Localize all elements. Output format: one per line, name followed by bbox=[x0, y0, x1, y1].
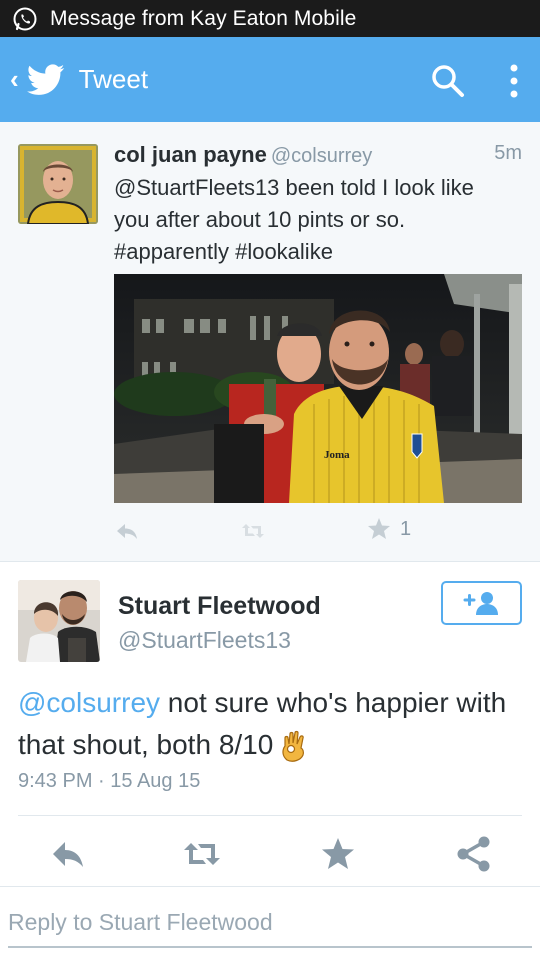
author-name[interactable]: col juan payne @colsurrey bbox=[114, 142, 372, 168]
tweet-text: @colsurrey not sure who's happier with t… bbox=[18, 682, 518, 766]
status-bar: Message from Kay Eaton Mobile bbox=[0, 0, 540, 37]
tweet-time: 5m bbox=[494, 142, 522, 164]
photo-shirt-text: Joma bbox=[324, 449, 350, 461]
tweet-timestamp: 9:43 PM · 15 Aug 15 bbox=[18, 770, 201, 792]
author-handle[interactable]: @colsurrey bbox=[271, 145, 372, 167]
tweet-actions bbox=[0, 834, 540, 874]
retweet-icon[interactable] bbox=[182, 834, 222, 874]
reply-input[interactable] bbox=[8, 900, 532, 944]
action-bar: ‹ Tweet bbox=[0, 37, 540, 122]
favorite-icon[interactable] bbox=[318, 834, 358, 874]
avatar[interactable] bbox=[18, 144, 98, 224]
divider bbox=[0, 886, 540, 887]
back-chevron-icon[interactable]: ‹ bbox=[10, 64, 19, 95]
author-handle[interactable]: @StuartFleets13 bbox=[118, 627, 291, 654]
favorite-icon[interactable] bbox=[366, 516, 392, 542]
reply-box bbox=[8, 900, 532, 948]
share-icon[interactable] bbox=[454, 834, 494, 874]
overflow-menu-icon[interactable] bbox=[502, 61, 526, 101]
tweet-text: @StuartFleets13 been told I look like yo… bbox=[114, 175, 474, 264]
mention-link[interactable]: @colsurrey bbox=[18, 687, 160, 718]
author-name[interactable]: Stuart Fleetwood bbox=[118, 592, 321, 621]
notification-text[interactable]: Message from Kay Eaton Mobile bbox=[50, 7, 356, 31]
favorite-count: 1 bbox=[400, 518, 412, 540]
page-title: Tweet bbox=[78, 64, 149, 94]
reply-icon[interactable] bbox=[48, 834, 88, 874]
twitter-bird-icon[interactable] bbox=[26, 63, 65, 96]
reply-icon[interactable] bbox=[114, 518, 140, 544]
retweet-icon[interactable] bbox=[240, 518, 266, 544]
tweet-photo[interactable]: Joma bbox=[114, 274, 522, 503]
add-user-icon bbox=[463, 592, 498, 615]
avatar[interactable] bbox=[18, 580, 100, 662]
tweet-actions: 1 bbox=[114, 518, 522, 548]
ok-hand-emoji-icon bbox=[282, 730, 305, 762]
search-icon[interactable] bbox=[428, 61, 468, 101]
parent-tweet[interactable]: col juan payne @colsurrey 5m @StuartFleet… bbox=[0, 122, 540, 562]
whatsapp-icon bbox=[13, 7, 37, 30]
author-name-text[interactable]: col juan payne bbox=[114, 142, 267, 167]
divider bbox=[18, 815, 522, 816]
follow-button[interactable] bbox=[441, 581, 522, 625]
